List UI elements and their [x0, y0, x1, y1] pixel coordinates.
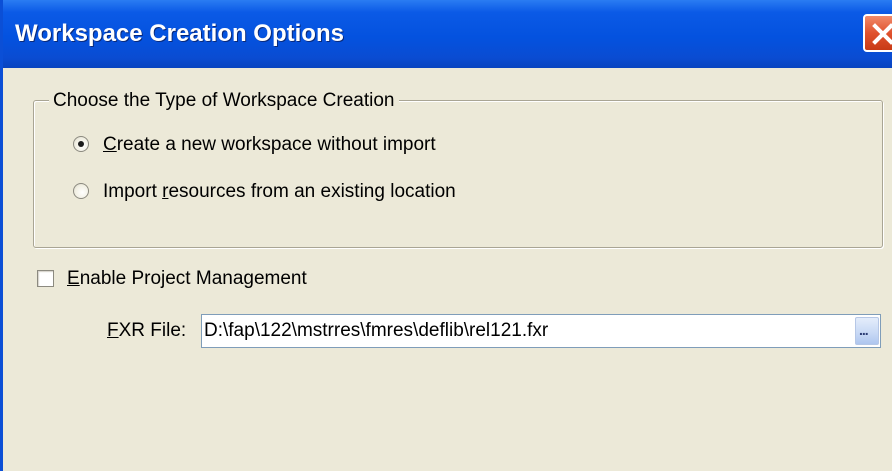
workspace-type-groupbox: [33, 100, 883, 248]
radio-import-label: Import resources from an existing locati…: [103, 181, 456, 202]
radio-button-selected[interactable]: [73, 136, 89, 152]
close-button[interactable]: [863, 14, 892, 52]
dialog-title: Workspace Creation Options: [15, 20, 344, 47]
radio-create-new-label: Create a new workspace without import: [103, 134, 436, 155]
browse-button-label: ...: [859, 322, 869, 338]
fxr-file-input[interactable]: [201, 314, 881, 348]
radio-button-unselected[interactable]: [73, 183, 89, 199]
close-icon: [872, 23, 892, 45]
fxr-file-label: FXR File:: [107, 320, 187, 341]
enable-project-management-checkbox[interactable]: [37, 270, 54, 287]
browse-button[interactable]: ...: [855, 317, 879, 345]
enable-project-management-label[interactable]: Enable Project Management: [67, 268, 307, 290]
radio-dot: [78, 141, 84, 147]
workspace-creation-dialog: Workspace Creation Options Choose the Ty…: [0, 0, 892, 471]
workspace-type-legend: Choose the Type of Workspace Creation: [49, 90, 399, 112]
title-bar[interactable]: Workspace Creation Options: [3, 0, 892, 68]
